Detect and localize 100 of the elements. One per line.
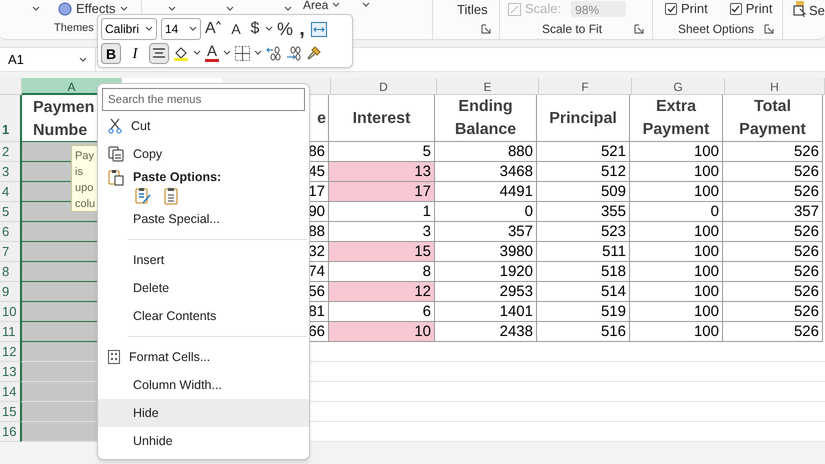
table-cell: 526 (723, 262, 823, 282)
row-number: 2 (0, 142, 20, 162)
table-cell: 10 (329, 322, 435, 342)
chevron-down-icon (226, 6, 234, 12)
checkbox[interactable] (665, 3, 677, 15)
copy-icon (108, 146, 124, 162)
column-title: Numbe (33, 121, 88, 141)
table-cell: 12 (329, 282, 435, 302)
menu-item[interactable]: Format Cells... (98, 343, 309, 371)
table-cell: 526 (723, 222, 823, 242)
borders-icon[interactable] (235, 46, 250, 60)
menu-item[interactable]: Cut (98, 112, 309, 140)
font-size-dropdown[interactable]: 14 (161, 18, 201, 40)
effects-icon (58, 2, 72, 16)
decrease-decimal-icon[interactable] (286, 46, 302, 60)
table-cell: 100 (630, 142, 723, 162)
group-label: Themes (54, 21, 94, 36)
center-align-icon[interactable] (149, 42, 169, 64)
table-cell: 0 (630, 202, 723, 222)
table-cell: 880 (435, 142, 537, 162)
column-title: Extra Payment (642, 97, 710, 140)
italic-button[interactable]: I (125, 42, 145, 64)
scale-icon (508, 2, 521, 16)
row-number: 7 (0, 242, 20, 262)
print-titles-button[interactable]: Titles (457, 2, 488, 17)
dialog-launcher-icon[interactable] (481, 24, 491, 34)
table-cell: 1920 (435, 262, 537, 282)
checkbox[interactable] (730, 3, 742, 15)
table-cell: 4491 (435, 182, 537, 202)
chevron-down-icon (120, 6, 128, 12)
percent-button[interactable]: % (277, 20, 294, 38)
tooltip-text: is (75, 165, 83, 180)
area-dropdown[interactable]: Area (303, 0, 340, 12)
table-cell: 521 (537, 142, 630, 162)
selection-pane-button[interactable]: Se (809, 1, 825, 20)
row-number: 6 (0, 222, 20, 242)
chevron-down-icon (265, 26, 273, 32)
menu-item[interactable]: Column Width... (98, 371, 309, 399)
chevron-down-icon (362, 2, 370, 8)
paste-formatting-icon[interactable] (135, 187, 152, 205)
column-header[interactable]: G (632, 78, 725, 95)
effects-button[interactable]: Effects (58, 0, 128, 19)
column-title: e (317, 108, 326, 128)
wrap-text-icon[interactable] (311, 22, 328, 36)
chevron-down-icon (193, 50, 201, 56)
table-cell: 526 (723, 182, 823, 202)
checkbox-label: Print (681, 0, 708, 18)
column-header[interactable]: F (539, 78, 632, 95)
paste-icon[interactable] (164, 187, 178, 205)
currency-button[interactable]: $ (249, 21, 261, 37)
table-cell: 526 (723, 162, 823, 182)
font-dropdown[interactable]: Calibri (101, 18, 157, 40)
row-number: 15 (0, 402, 20, 422)
row-number: 8 (0, 262, 20, 282)
clipboard-icon (108, 169, 124, 186)
dialog-launcher-icon[interactable] (764, 24, 774, 34)
column-title: Ending Balance (454, 97, 518, 140)
group-label: Scale to Fit (542, 20, 602, 38)
table-cell: 0 (435, 202, 537, 222)
menu-item[interactable]: Hide (98, 399, 309, 427)
row-number: 9 (0, 282, 20, 302)
table-cell: 526 (723, 242, 823, 262)
increase-decimal-icon[interactable] (266, 46, 282, 60)
table-cell: 2438 (435, 322, 537, 342)
row-number: 3 (0, 162, 20, 182)
search-field[interactable]: Search the menus (102, 88, 305, 111)
row-number: 16 (0, 422, 20, 442)
comma-style-button[interactable]: , (297, 19, 308, 39)
column-header[interactable]: D (331, 78, 437, 95)
format-painter-icon[interactable] (306, 45, 322, 61)
table-cell: 100 (630, 282, 723, 302)
menu-item[interactable]: Unhide (98, 427, 309, 455)
table-cell: 509 (537, 182, 630, 202)
tooltip-text: upo (75, 181, 94, 196)
row-number: 10 (0, 302, 20, 322)
fill-color-icon[interactable] (173, 44, 189, 62)
column-title: Paymen (33, 98, 94, 118)
table-cell: 100 (630, 182, 723, 202)
chevron-down-icon (32, 6, 40, 12)
table-cell: 100 (630, 242, 723, 262)
column-header[interactable]: E (437, 78, 539, 95)
table-cell: 511 (537, 242, 630, 262)
shrink-font-button[interactable]: A (227, 22, 245, 36)
row-number: 14 (0, 382, 20, 402)
column-header[interactable]: H (725, 78, 825, 95)
format-cells-icon (108, 350, 120, 364)
table-cell: 516 (537, 322, 630, 342)
font-color-button[interactable]: A (205, 44, 219, 62)
dialog-launcher-icon[interactable] (634, 24, 644, 34)
name-box[interactable]: A1 (0, 48, 96, 71)
table-cell: 357 (435, 222, 537, 242)
table-cell: 357 (723, 202, 823, 222)
menu-heading: Paste Options: (133, 169, 222, 186)
table-cell: 3468 (435, 162, 537, 182)
grow-font-button[interactable]: A (205, 21, 223, 37)
chevron-down-icon (332, 2, 340, 8)
table-cell: 2953 (435, 282, 537, 302)
table-cell: 100 (630, 222, 723, 242)
table-cell: 519 (537, 302, 630, 322)
bold-button[interactable]: B (101, 42, 121, 64)
